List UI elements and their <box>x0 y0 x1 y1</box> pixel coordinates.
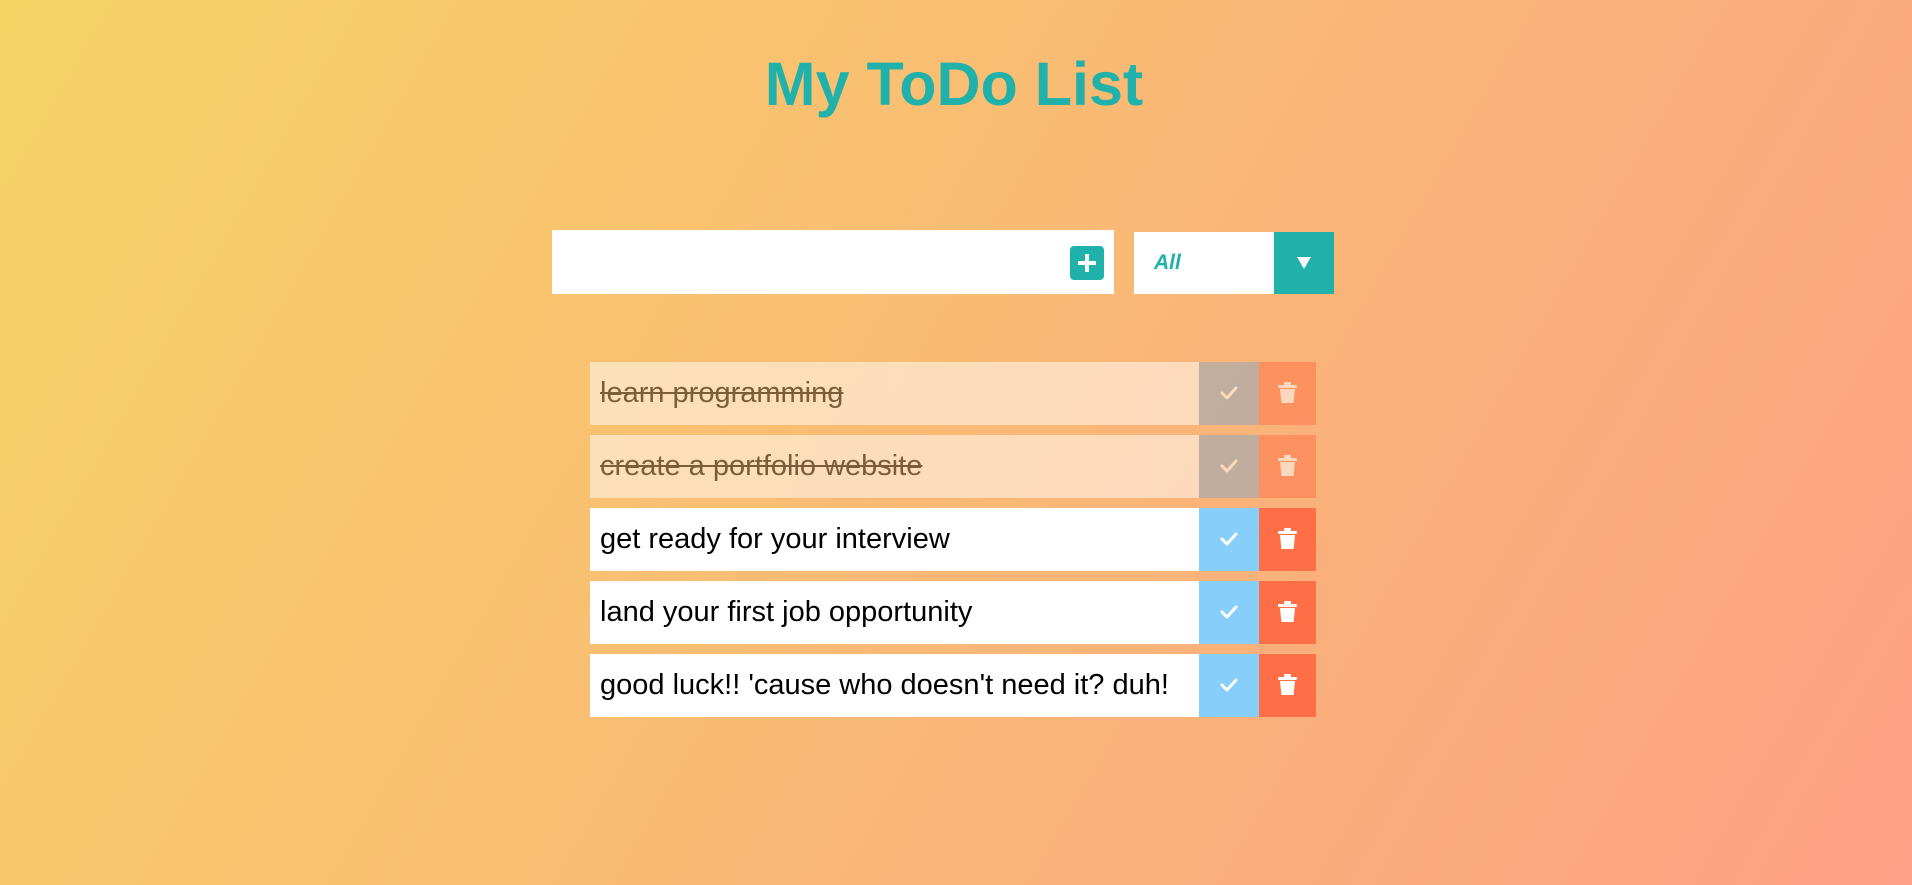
complete-button[interactable] <box>1199 654 1259 717</box>
trash-icon <box>1278 674 1297 695</box>
check-icon <box>1220 532 1238 546</box>
complete-button[interactable] <box>1199 508 1259 571</box>
todo-list: learn programming create a portfolio webs… <box>590 362 1316 727</box>
todo-text: good luck!! 'cause who doesn't need it? … <box>600 669 1169 701</box>
todo-text: learn programming <box>600 377 844 409</box>
add-todo-button[interactable] <box>1070 246 1104 280</box>
check-icon <box>1220 678 1238 692</box>
todo-item: get ready for your interview <box>590 508 1316 571</box>
todo-input[interactable] <box>552 230 1046 294</box>
todo-item: good luck!! 'cause who doesn't need it? … <box>590 654 1316 717</box>
delete-button[interactable] <box>1259 508 1316 571</box>
trash-icon <box>1278 528 1297 549</box>
trash-icon <box>1278 601 1297 622</box>
todo-text: land your first job opportunity <box>600 596 973 628</box>
check-icon <box>1220 459 1238 473</box>
trash-icon <box>1278 382 1297 403</box>
todo-text: create a portfolio website <box>600 450 923 482</box>
page-title: My ToDo List <box>764 50 1144 118</box>
filter-dropdown-button[interactable] <box>1274 232 1334 294</box>
complete-button[interactable] <box>1199 362 1259 425</box>
filter-selected-value: All <box>1154 251 1181 274</box>
delete-button[interactable] <box>1259 654 1316 717</box>
todo-item: learn programming <box>590 362 1316 425</box>
todo-item: land your first job opportunity <box>590 581 1316 644</box>
delete-button[interactable] <box>1259 362 1316 425</box>
plus-icon <box>1078 254 1096 272</box>
check-icon <box>1220 386 1238 400</box>
filter-select[interactable]: All <box>1134 232 1334 294</box>
delete-button[interactable] <box>1259 435 1316 498</box>
caret-down-icon <box>1297 257 1311 269</box>
delete-button[interactable] <box>1259 581 1316 644</box>
todo-text: get ready for your interview <box>600 523 950 555</box>
todo-item: create a portfolio website <box>590 435 1316 498</box>
todo-form <box>552 230 1114 294</box>
trash-icon <box>1278 455 1297 476</box>
complete-button[interactable] <box>1199 581 1259 644</box>
check-icon <box>1220 605 1238 619</box>
complete-button[interactable] <box>1199 435 1259 498</box>
